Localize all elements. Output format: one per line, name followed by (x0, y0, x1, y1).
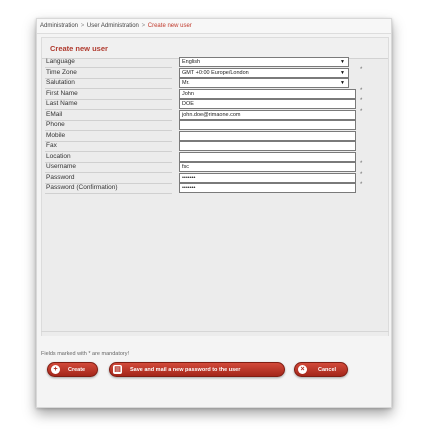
button-bar: + Create ▤ Save and mail a new password … (47, 362, 387, 378)
required-marker: * (360, 182, 363, 188)
email-input[interactable]: john.doe@rimaone.com (179, 109, 356, 120)
breadcrumb-item-user-administration[interactable]: User Administration (87, 23, 139, 29)
phone-input[interactable] (179, 120, 356, 130)
breadcrumb: Administration > User Administration > C… (37, 19, 391, 34)
last-name-input[interactable]: DOE (179, 99, 356, 109)
chevron-down-icon: ▼ (340, 69, 345, 76)
email-row: EMail john.doe@rimaone.com * (45, 108, 375, 121)
required-marker: * (360, 171, 363, 178)
chevron-down-icon: ▼ (340, 80, 345, 86)
mobile-input[interactable] (179, 130, 356, 141)
email-label: EMail (45, 110, 172, 121)
cancel-button-label: Cancel (318, 367, 337, 373)
divider (41, 331, 389, 332)
password-confirmation-row: Password (Confirmation) ••••••• * (45, 182, 375, 194)
language-select[interactable]: English ▼ (179, 57, 349, 67)
first-name-input[interactable]: John (179, 88, 356, 99)
create-button[interactable]: + Create (47, 362, 98, 377)
username-row: Username fsc * (45, 161, 375, 173)
breadcrumb-item-administration[interactable]: Administration (40, 23, 78, 29)
cancel-button[interactable]: × Cancel (294, 362, 348, 377)
save-and-mail-button-label: Save and mail a new password to the user (130, 367, 241, 373)
location-input[interactable] (179, 151, 356, 162)
last-name-label: Last Name (45, 99, 172, 110)
breadcrumb-separator: > (141, 23, 146, 29)
create-user-form: Language English ▼ Time Zone GMT +0:00 E… (45, 57, 375, 194)
phone-label: Phone (45, 120, 172, 131)
required-marker: * (360, 108, 363, 115)
language-value: English (182, 59, 201, 65)
fax-input[interactable] (179, 141, 356, 151)
password-label: Password (45, 173, 172, 184)
username-label: Username (45, 162, 172, 173)
time-zone-label: Time Zone (45, 68, 172, 79)
salutation-value: Mr. (182, 80, 190, 86)
fax-row: Fax (45, 141, 375, 152)
time-zone-row: Time Zone GMT +0:00 Europe/London ▼ * (45, 66, 375, 79)
location-row: Location (45, 151, 375, 163)
page-title: Create new user (42, 38, 388, 59)
last-name-row: Last Name DOE * (45, 98, 375, 110)
time-zone-value: GMT +0:00 Europe/London (182, 69, 249, 76)
required-marker: * (360, 66, 363, 73)
password-input[interactable]: ••••••• (179, 172, 356, 183)
create-button-label: Create (68, 367, 86, 373)
save-and-mail-button[interactable]: ▤ Save and mail a new password to the us… (109, 362, 285, 377)
salutation-select[interactable]: Mr. ▼ (179, 78, 349, 88)
time-zone-select[interactable]: GMT +0:00 Europe/London ▼ (179, 67, 349, 78)
mobile-label: Mobile (45, 131, 172, 142)
salutation-row: Salutation Mr. ▼ (45, 78, 375, 89)
breadcrumb-item-current: Create new user (147, 23, 192, 29)
create-user-window: Administration > User Administration > C… (36, 18, 392, 408)
required-marker: * (360, 87, 363, 94)
first-name-label: First Name (45, 89, 172, 100)
location-label: Location (45, 152, 172, 163)
mobile-row: Mobile (45, 130, 375, 142)
phone-row: Phone (45, 120, 375, 131)
language-row: Language English ▼ (45, 57, 375, 68)
password-row: Password ••••••• * (45, 171, 375, 184)
breadcrumb-separator: > (80, 23, 85, 29)
save-disk-icon: ▤ (113, 365, 122, 374)
chevron-down-icon: ▼ (340, 59, 345, 65)
salutation-label: Salutation (45, 78, 172, 89)
username-input[interactable]: fsc (179, 162, 356, 172)
required-marker: * (360, 98, 363, 104)
close-icon: × (298, 365, 307, 374)
password-confirmation-input[interactable]: ••••••• (179, 183, 356, 193)
language-label: Language (45, 57, 172, 68)
plus-circle-icon: + (51, 365, 60, 374)
fax-label: Fax (45, 141, 172, 152)
required-marker: * (360, 161, 363, 167)
first-name-row: First Name John * (45, 87, 375, 100)
mandatory-note: Fields marked with * are mandatory! (41, 351, 130, 357)
password-confirmation-label: Password (Confirmation) (45, 183, 172, 194)
